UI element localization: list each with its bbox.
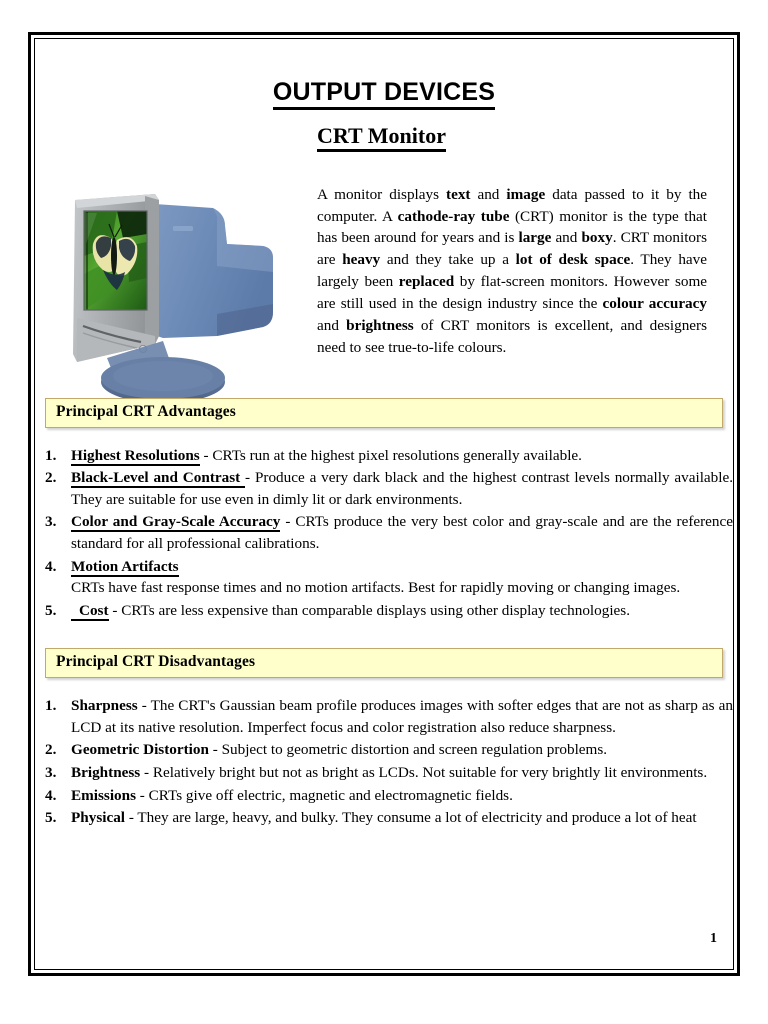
list-item-body: CRTs have fast response times and no mot… — [71, 579, 681, 597]
list-item-lead: Brightness — [71, 764, 141, 782]
list-item: 4. Emissions - CRTs give off electric, ma… — [35, 785, 733, 807]
monitor-screen — [83, 210, 148, 311]
list-item-number: 2. — [45, 741, 57, 759]
list-item: 4. Motion Artifacts CRTs have fast respons… — [35, 556, 733, 599]
crt-monitor-illustration — [73, 193, 273, 403]
advantages-list: 1. Highest Resolutions - CRTs run at the … — [35, 445, 733, 622]
intro-emphasis: large — [518, 229, 552, 247]
intro-text-run: A monitor displays — [317, 185, 447, 203]
page-border-inner: OUTPUT DEVICES CRT Monitor A monitor dis… — [34, 38, 734, 970]
disadvantages-banner: Principal CRT Disadvantages — [45, 648, 723, 679]
list-item-body: They are large, heavy, and bulky. They c… — [137, 809, 697, 827]
page-title-text: OUTPUT DEVICES — [272, 78, 496, 110]
list-item-dash: - — [199, 446, 213, 464]
disadvantages-list: 1. Sharpness - The CRT's Gaussian beam pr… — [35, 695, 733, 828]
section-spacer-1 — [35, 622, 733, 648]
list-item-body: Subject to geometric distortion and scre… — [221, 741, 608, 759]
list-item-number: 4. — [45, 786, 57, 804]
monitor-rear-highlight — [213, 207, 273, 272]
list-item-lead: Sharpness — [71, 697, 138, 715]
disadvantages-banner-label: Principal CRT Disadvantages — [56, 653, 256, 671]
list-item: 5. Physical - They are large, heavy, and … — [35, 807, 733, 829]
list-item-number: 2. — [45, 469, 57, 487]
page-number: 1 — [710, 931, 717, 946]
list-item: 2. Geometric Distortion - Subject to geom… — [35, 739, 733, 761]
list-item-number: 1. — [45, 446, 57, 464]
list-item: 1. Sharpness - The CRT's Gaussian beam pr… — [35, 695, 733, 738]
advantages-banner: Principal CRT Advantages — [45, 397, 723, 428]
list-item-body: The CRT's Gaussian beam profile produces… — [71, 697, 733, 736]
monitor-vent — [173, 225, 193, 231]
section-subtitle: CRT Monitor — [35, 107, 733, 152]
list-item-lead: Cost — [71, 601, 109, 621]
intro-emphasis: text — [446, 185, 471, 203]
list-item-dash: - — [136, 786, 149, 804]
page-border: OUTPUT DEVICES CRT Monitor A monitor dis… — [28, 32, 740, 976]
list-item-lead: Color and Gray-Scale Accuracy — [71, 513, 281, 533]
intro-paragraph: A monitor displays text and image data p… — [317, 184, 707, 359]
intro-emphasis: image — [506, 185, 546, 203]
list-item-lead: Emissions — [71, 786, 136, 804]
intro-text-run: and — [317, 317, 347, 335]
intro-emphasis: cathode-ray tube — [397, 207, 510, 225]
list-item-lead: Geometric Distortion — [71, 741, 209, 759]
list-item-dash: - — [280, 513, 296, 531]
intro-emphasis: replaced — [398, 273, 455, 291]
intro-text-run: and they take up a — [380, 251, 516, 269]
list-item-body: CRTs are less expensive than comparable … — [121, 601, 630, 619]
list-item-number: 5. — [45, 601, 57, 619]
intro-text-run: and — [551, 229, 582, 247]
crt-monitor-image — [67, 186, 307, 426]
intro-emphasis: colour accuracy — [602, 295, 707, 313]
list-item-dash: - — [208, 741, 222, 759]
list-item: 2. Black-Level and Contrast - Produce a v… — [35, 467, 733, 510]
list-item-number: 1. — [45, 697, 57, 715]
list-item: 5. Cost - CRTs are less expensive than co… — [35, 600, 733, 622]
list-item-number: 4. — [45, 557, 57, 575]
list-item-lead: Highest Resolutions — [71, 446, 200, 466]
list-item: 3. Brightness - Relatively bright but not… — [35, 762, 733, 784]
intro-emphasis: heavy — [342, 251, 381, 269]
list-item-lead: Black-Level and Contrast — [71, 469, 246, 489]
list-item: 1. Highest Resolutions - CRTs run at the … — [35, 445, 733, 467]
intro-emphasis: lot of desk space — [515, 251, 631, 269]
list-item-body: CRTs run at the highest pixel resolution… — [212, 446, 582, 464]
list-item-number: 3. — [45, 764, 57, 782]
list-item: 3. Color and Gray-Scale Accuracy - CRTs p… — [35, 511, 733, 554]
list-item-dash: - — [137, 697, 151, 715]
list-item-dash: - — [140, 764, 153, 782]
list-item-body: CRTs give off electric, magnetic and ele… — [148, 786, 513, 804]
list-item-body: Relatively bright but not as bright as L… — [152, 764, 708, 782]
list-item-number: 3. — [45, 513, 57, 531]
list-item-lead: Motion Artifacts — [71, 557, 179, 577]
list-item-number: 5. — [45, 809, 57, 827]
list-item-dash: - — [125, 809, 138, 827]
list-item-dash: - — [245, 469, 255, 487]
page-content: OUTPUT DEVICES CRT Monitor A monitor dis… — [35, 39, 733, 969]
page-title: OUTPUT DEVICES — [35, 39, 733, 110]
list-item-dash: - — [108, 601, 122, 619]
intro-section: A monitor displays text and image data p… — [35, 148, 733, 403]
intro-emphasis: boxy — [581, 229, 613, 247]
intro-text-run: and — [470, 185, 507, 203]
intro-emphasis: brightness — [346, 317, 414, 335]
advantages-banner-label: Principal CRT Advantages — [56, 402, 236, 420]
list-item-lead: Physical — [71, 809, 126, 827]
